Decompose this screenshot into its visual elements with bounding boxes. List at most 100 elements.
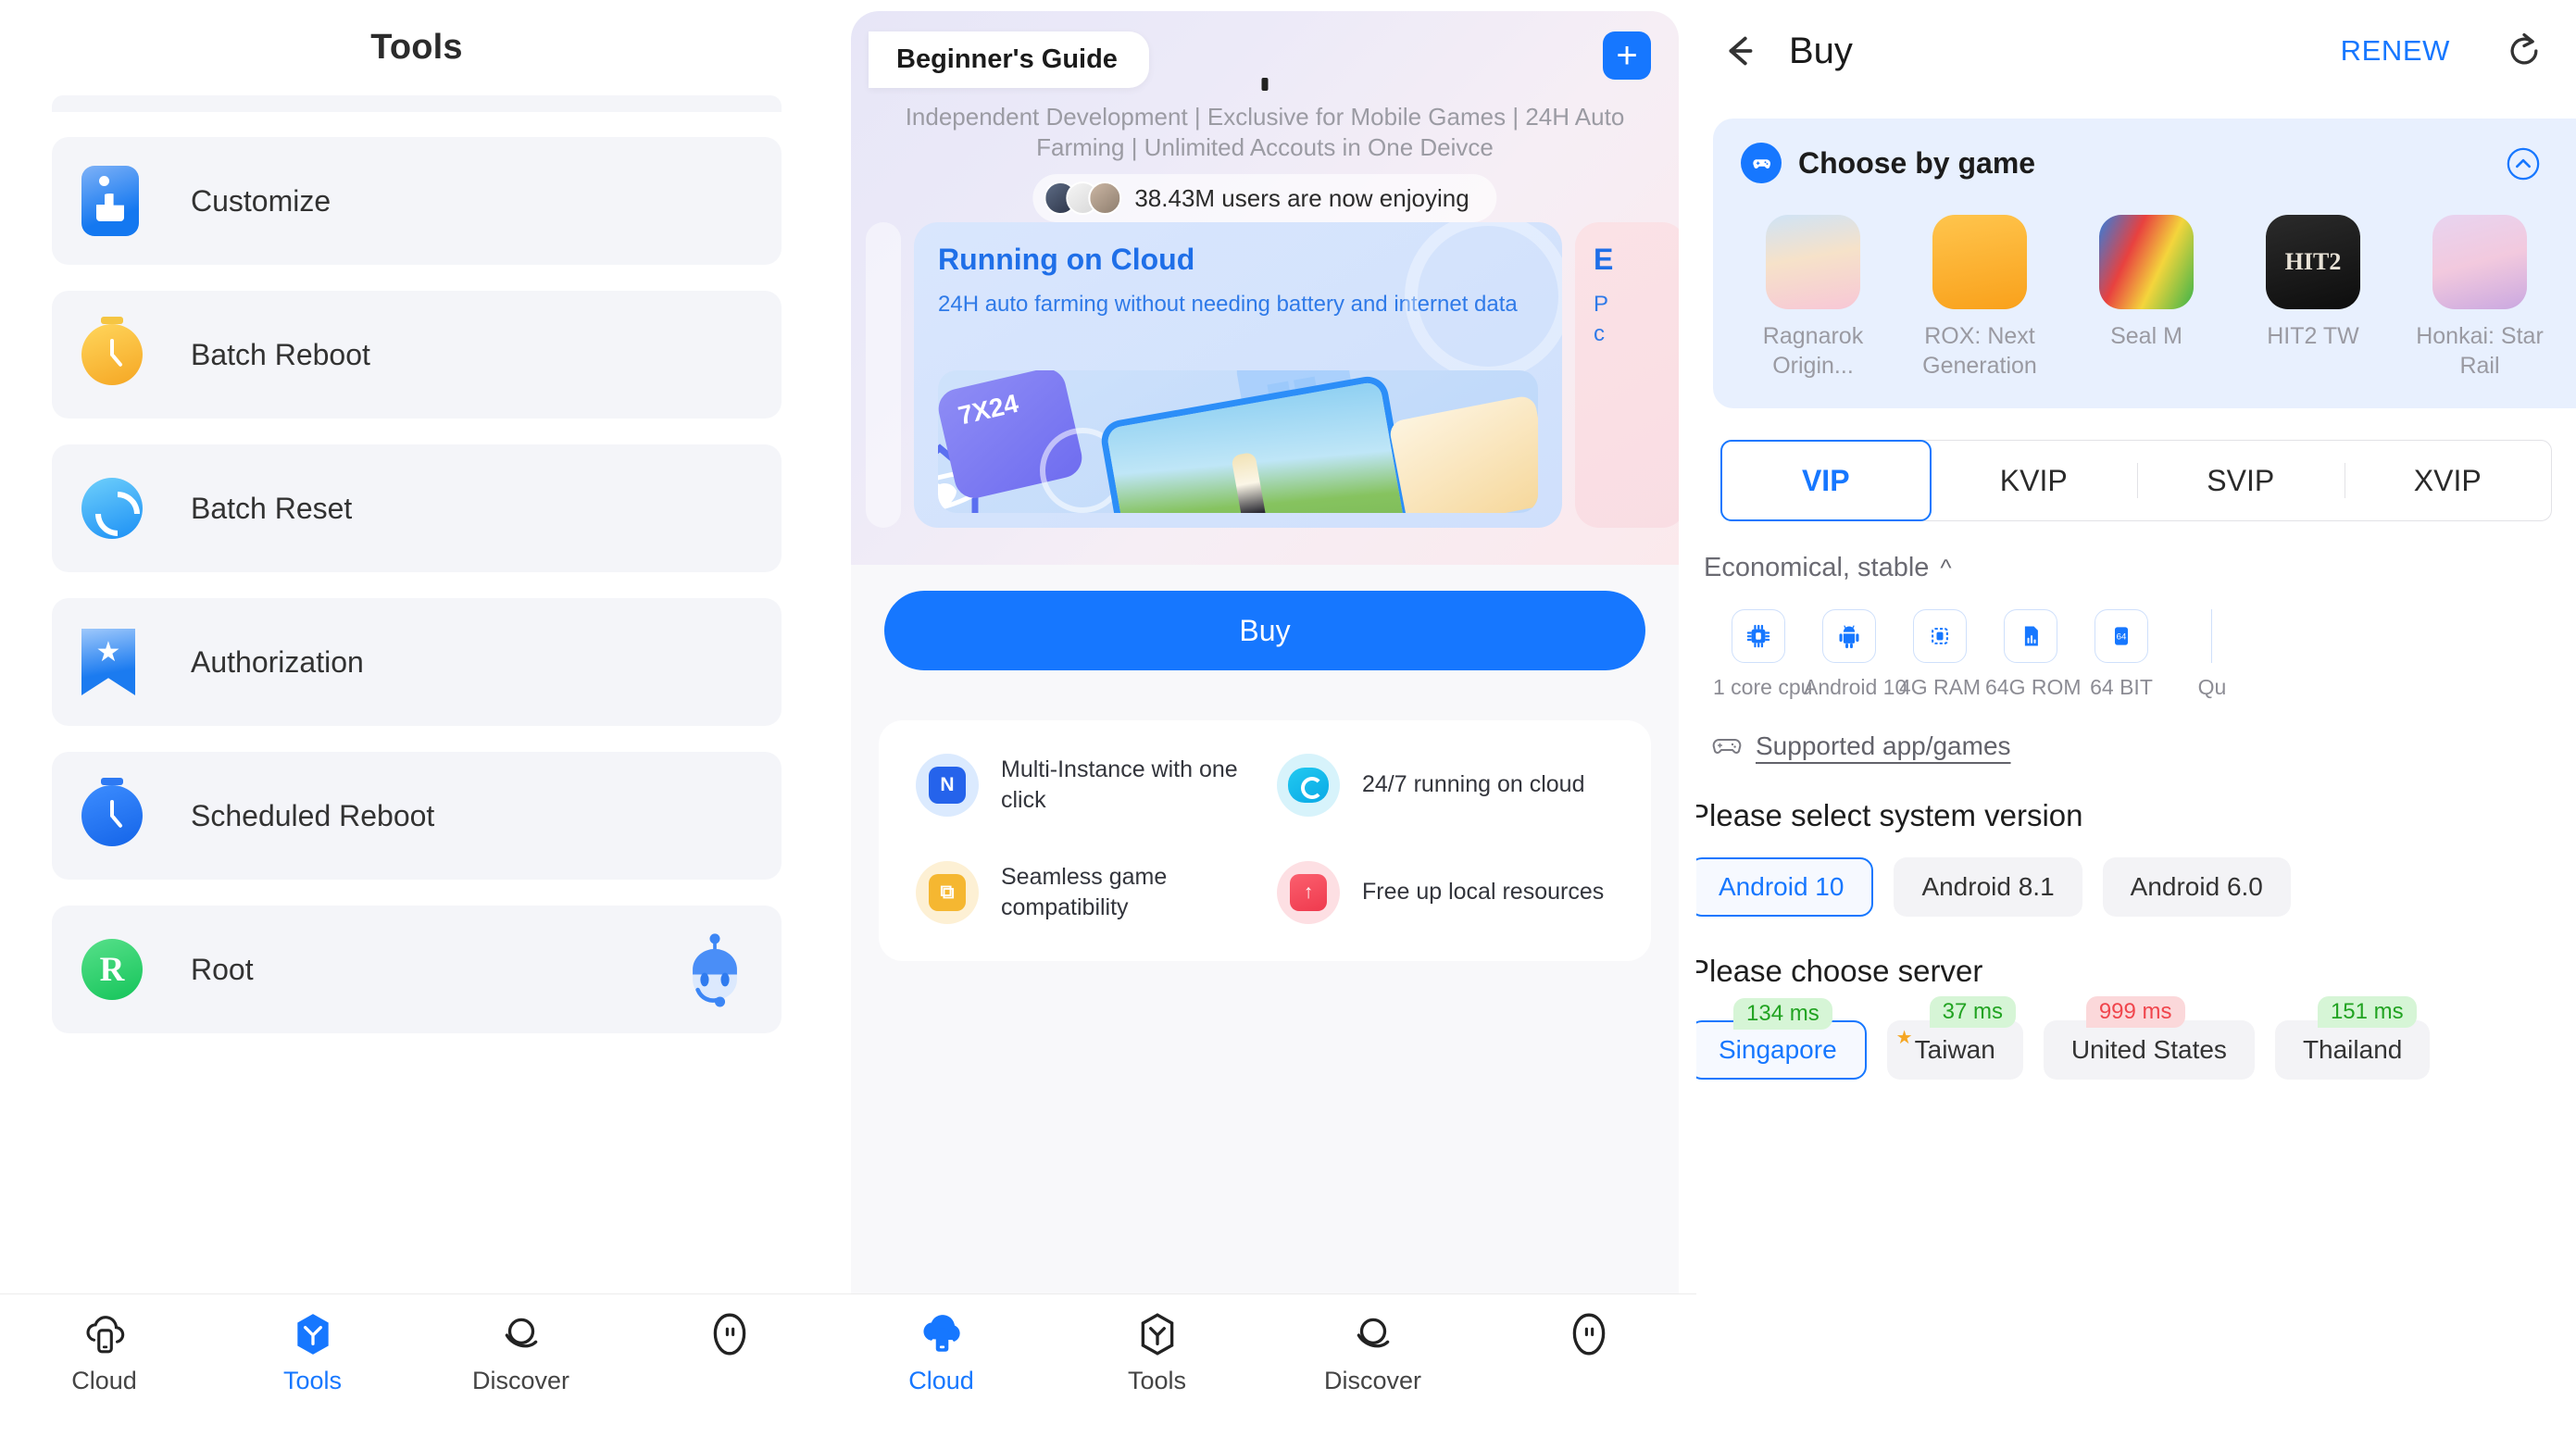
- game-item[interactable]: HIT2 HIT2 TW: [2241, 215, 2385, 381]
- game-item[interactable]: Ragnarok Origin...: [1741, 215, 1885, 381]
- tool-row-authorization[interactable]: Authorization: [52, 598, 782, 726]
- ping-badge: 37 ms: [1929, 996, 2017, 1028]
- beginners-guide-badge[interactable]: Beginner's Guide: [869, 31, 1149, 88]
- bottom-navigation: Cloud Tools Discover: [0, 1293, 833, 1437]
- carousel-card-running-on-cloud[interactable]: Running on Cloud 24H auto farming withou…: [914, 222, 1562, 528]
- tool-label: Customize: [191, 183, 331, 218]
- game-item[interactable]: ROX: Next Generation: [1907, 215, 2052, 381]
- spec-label: 64 BIT: [2090, 675, 2153, 699]
- tool-row-batch-reset[interactable]: Batch Reset: [52, 444, 782, 572]
- add-button[interactable]: +: [1603, 31, 1651, 80]
- supported-apps-row[interactable]: Supported app/games: [1696, 731, 2576, 761]
- discover-icon: [505, 1318, 537, 1348]
- gamepad-outline-icon: [1712, 739, 1742, 754]
- tools-list: Customize Batch Reboot Batch Reset Autho…: [0, 95, 833, 1033]
- tab-kvip[interactable]: KVIP: [1931, 441, 2138, 520]
- support-robot-icon[interactable]: [672, 927, 757, 1012]
- tab-svip[interactable]: SVIP: [2137, 441, 2345, 520]
- carousel-card-next[interactable]: E Pc: [1575, 222, 1679, 528]
- system-version-android-10[interactable]: Android 10: [1696, 857, 1874, 917]
- system-version-android-81[interactable]: Android 8.1: [1894, 857, 2082, 917]
- feature-carousel[interactable]: Running on Cloud 24H auto farming withou…: [851, 222, 1679, 546]
- feature-label: 24/7 running on cloud: [1362, 771, 1585, 798]
- nav-item-tools[interactable]: Tools: [208, 1311, 417, 1395]
- promo-subtitle: Independent Development | Exclusive for …: [905, 103, 1625, 162]
- renew-button[interactable]: RENEW: [2341, 34, 2450, 68]
- back-arrow-icon[interactable]: [1719, 30, 1761, 72]
- spec-bit: 64 64 BIT: [2076, 609, 2167, 700]
- avatar: [1088, 181, 1122, 215]
- feature-cloud-running: 24/7 running on cloud: [1277, 754, 1614, 817]
- bit64-icon: 64: [2095, 609, 2148, 663]
- tools-icon: [296, 1314, 329, 1355]
- game-list[interactable]: Ragnarok Origin... ROX: Next Generation …: [1741, 215, 2576, 381]
- tool-row-partial[interactable]: [52, 95, 782, 112]
- nav-item-more[interactable]: [1481, 1311, 1696, 1367]
- nav-item-tools[interactable]: Tools: [1049, 1311, 1265, 1395]
- android-icon: [1822, 609, 1876, 663]
- nav-label: Tools: [282, 1367, 343, 1394]
- tool-label: Authorization: [191, 644, 364, 679]
- more-icon: [713, 1313, 745, 1356]
- tool-row-customize[interactable]: Customize: [52, 137, 782, 265]
- chevron-up-icon: ^: [1940, 554, 1952, 581]
- feature-free-resources: ↑ Free up local resources: [1277, 861, 1614, 924]
- game-name: ROX: Next Generation: [1922, 323, 2037, 379]
- system-version-android-60[interactable]: Android 6.0: [2102, 857, 2291, 917]
- tool-row-batch-reboot[interactable]: Batch Reboot: [52, 291, 782, 419]
- multi-instance-icon: N: [916, 754, 979, 817]
- server-thailand[interactable]: 151 ms Thailand: [2274, 996, 2431, 1080]
- users-count-pill: 38.43M users are now enjoying: [1032, 174, 1497, 222]
- avatar-group: [1044, 181, 1122, 215]
- tool-label: Batch Reboot: [191, 337, 370, 371]
- spec-list: 1 core cpu Android 10 4G RAM 64G ROM 64 …: [1696, 609, 2576, 700]
- clock-watermark-icon: [1405, 222, 1562, 380]
- nav-item-discover[interactable]: Discover: [417, 1311, 625, 1395]
- tools-panel: Tools Customize Batch Reboot Batch Reset…: [0, 0, 833, 1437]
- cpu-icon: [1732, 609, 1785, 663]
- spec-rom: 64G ROM: [1985, 609, 2082, 700]
- cloud-promo-panel: Beginner's Guide + Independent Developme…: [833, 0, 1696, 1437]
- server-label: Taiwan: [1914, 1035, 1995, 1064]
- discover-icon: [1357, 1318, 1389, 1348]
- ping-badge: 999 ms: [2085, 996, 2185, 1028]
- nav-item-discover[interactable]: Discover: [1265, 1311, 1481, 1395]
- card-desc-partial: Pc: [1594, 292, 1609, 347]
- partial-icon: [2211, 609, 2213, 663]
- refresh-icon[interactable]: [2504, 31, 2545, 71]
- ping-badge: 151 ms: [2317, 996, 2417, 1028]
- server-united-states[interactable]: 999 ms United States: [2043, 996, 2255, 1080]
- server-label: Singapore: [1719, 1035, 1837, 1064]
- buy-button[interactable]: Buy: [884, 591, 1645, 670]
- spec-label: 1 core cpu: [1713, 675, 1813, 699]
- promo-hero: Beginner's Guide + Independent Developme…: [851, 11, 1679, 565]
- nav-item-cloud[interactable]: Cloud: [0, 1311, 208, 1395]
- game-item[interactable]: Seal M: [2074, 215, 2219, 381]
- root-icon: R: [81, 939, 143, 1000]
- spec-label: Android 10: [1804, 675, 1907, 699]
- server-taiwan[interactable]: ★ 37 ms Taiwan: [1886, 996, 2023, 1080]
- feature-label: Multi-Instance with one click: [1001, 756, 1238, 814]
- tab-vip[interactable]: VIP: [1720, 440, 1932, 521]
- tool-row-root[interactable]: R Root: [52, 906, 782, 1033]
- more-icon: [1572, 1313, 1605, 1356]
- game-thumbnail: [1932, 215, 2027, 309]
- feature-multi-instance: N Multi-Instance with one click: [916, 754, 1253, 817]
- server-label: United States: [2070, 1035, 2227, 1064]
- feature-seamless-game: ⧉ Seamless game compatibility: [916, 861, 1253, 924]
- tool-row-scheduled-reboot[interactable]: Scheduled Reboot: [52, 752, 782, 880]
- nav-item-cloud[interactable]: Cloud: [833, 1311, 1049, 1395]
- carousel-card-prev[interactable]: [866, 222, 901, 528]
- nav-item-more[interactable]: [625, 1311, 833, 1367]
- ping-badge: 134 ms: [1733, 998, 1832, 1030]
- nav-label: Cloud: [908, 1367, 974, 1394]
- server-options: 134 ms Singapore ★ 37 ms Taiwan 999 ms U…: [1696, 996, 2576, 1080]
- vip-tier-tabs: VIP KVIP SVIP XVIP: [1720, 440, 2552, 521]
- chevron-up-icon[interactable]: [2506, 146, 2541, 181]
- economical-stable-row[interactable]: Economical, stable ^: [1696, 553, 2576, 583]
- tab-xvip[interactable]: XVIP: [2344, 441, 2552, 520]
- game-item[interactable]: Honkai: Star Rail: [2407, 215, 2552, 381]
- server-singapore[interactable]: 134 ms Singapore: [1696, 998, 1867, 1080]
- supported-apps-link[interactable]: Supported app/games: [1756, 731, 2011, 761]
- tool-label: Scheduled Reboot: [191, 798, 435, 832]
